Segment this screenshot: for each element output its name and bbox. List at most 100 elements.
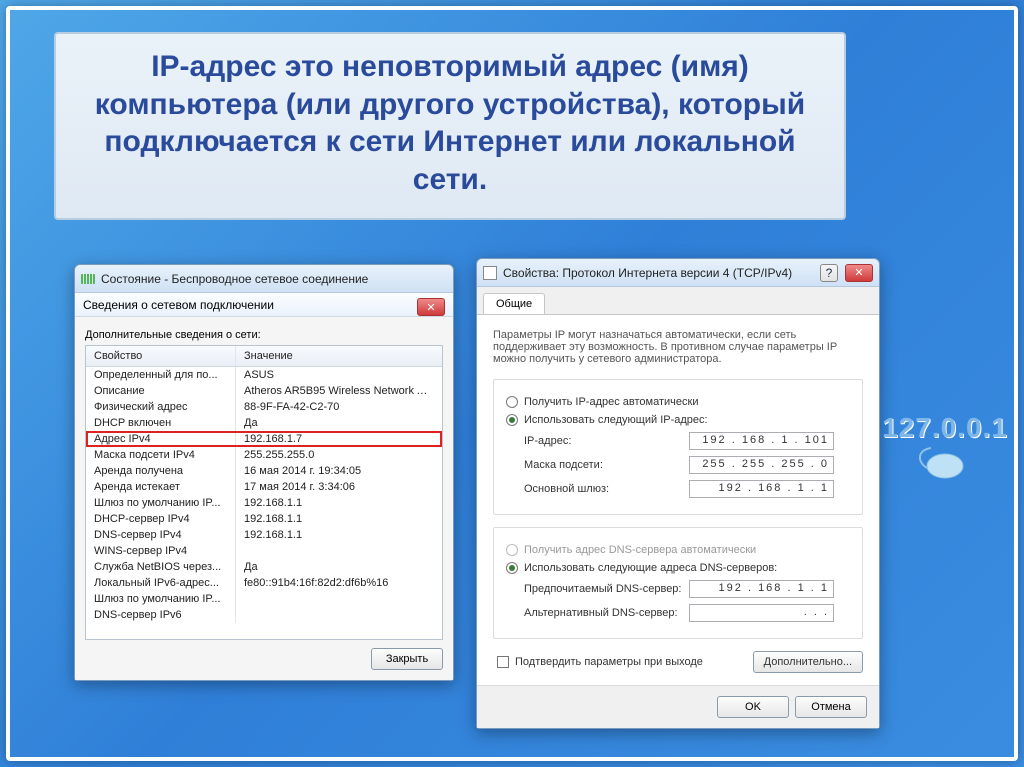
opt-auto-ip-label: Получить IP-адрес автоматически xyxy=(524,396,698,408)
dns1-label: Предпочитаемый DNS-сервер: xyxy=(524,583,689,595)
ipv4-properties-window: Свойства: Протокол Интернета версии 4 (T… xyxy=(476,258,880,729)
mask-label: Маска подсети: xyxy=(524,459,689,471)
table-row[interactable]: Физический адрес88-9F-FA-42-C2-70 xyxy=(86,399,442,415)
dns-group: Получить адрес DNS-сервера автоматически… xyxy=(493,527,863,639)
cell-property: Маска подсети IPv4 xyxy=(86,447,236,463)
details-label: Дополнительные сведения о сети: xyxy=(85,325,443,345)
opt-auto-ip[interactable]: Получить IP-адрес автоматически xyxy=(506,396,850,408)
cell-value: 192.168.1.1 xyxy=(236,527,442,543)
cell-property: Локальный IPv6-адрес... xyxy=(86,575,236,591)
table-row[interactable]: Определенный для по...ASUS xyxy=(86,367,442,383)
table-row[interactable]: DNS-сервер IPv6 xyxy=(86,607,442,623)
gw-label: Основной шлюз: xyxy=(524,483,689,495)
cell-value: Да xyxy=(236,559,442,575)
details-grid: Свойство Значение Определенный для по...… xyxy=(85,345,443,640)
cell-value: fe80::91b4:16f:82d2:df6b%16 xyxy=(236,575,442,591)
ipv4-body: Общие Параметры IP могут назначаться авт… xyxy=(477,287,879,728)
opt-manual-ip[interactable]: Использовать следующий IP-адрес: xyxy=(506,414,850,426)
ipv4-footer: OK Отмена xyxy=(477,685,879,728)
table-row[interactable]: WINS-сервер IPv4 xyxy=(86,543,442,559)
close-icon[interactable]: ✕ xyxy=(417,298,445,316)
cell-value: 88-9F-FA-42-C2-70 xyxy=(236,399,442,415)
dns1-field[interactable]: 192 . 168 . 1 . 1 xyxy=(689,580,834,598)
tab-general[interactable]: Общие xyxy=(483,293,545,314)
cell-value: 192.168.1.7 xyxy=(236,431,442,447)
opt-auto-dns-label: Получить адрес DNS-сервера автоматически xyxy=(524,544,756,556)
row-dns2: Альтернативный DNS-сервер: . . . xyxy=(506,604,850,622)
opt-manual-ip-label: Использовать следующий IP-адрес: xyxy=(524,414,708,426)
status-title: Состояние - Беспроводное сетевое соедине… xyxy=(101,272,368,286)
row-gw: Основной шлюз: 192 . 168 . 1 . 1 xyxy=(506,480,850,498)
close-button[interactable]: Закрыть xyxy=(371,648,443,670)
help-icon[interactable]: ? xyxy=(820,264,838,282)
dns2-field[interactable]: . . . xyxy=(689,604,834,622)
dialog-icon xyxy=(483,266,497,280)
dns2-label: Альтернативный DNS-сервер: xyxy=(524,607,689,619)
table-row[interactable]: Шлюз по умолчанию IP...192.168.1.1 xyxy=(86,495,442,511)
opt-manual-dns-label: Использовать следующие адреса DNS-сервер… xyxy=(524,562,777,574)
col-property: Свойство xyxy=(86,346,236,366)
table-row[interactable]: Аренда истекает17 мая 2014 г. 3:34:06 xyxy=(86,479,442,495)
status-titlebar[interactable]: Состояние - Беспроводное сетевое соедине… xyxy=(75,265,453,293)
radio-icon xyxy=(506,396,518,408)
table-row[interactable]: Служба NetBIOS через...Да xyxy=(86,559,442,575)
cell-property: Адрес IPv4 xyxy=(86,431,236,447)
ipv4-title: Свойства: Протокол Интернета версии 4 (T… xyxy=(503,266,792,280)
radio-icon xyxy=(506,562,518,574)
ip-label: IP-адрес: xyxy=(524,435,689,447)
table-row[interactable]: DHCP-сервер IPv4192.168.1.1 xyxy=(86,511,442,527)
grid-header: Свойство Значение xyxy=(86,346,442,367)
table-row[interactable]: DNS-сервер IPv4192.168.1.1 xyxy=(86,527,442,543)
row-ip: IP-адрес: 192 . 168 . 1 . 101 xyxy=(506,432,850,450)
cell-property: WINS-сервер IPv4 xyxy=(86,543,236,559)
cell-value: 192.168.1.1 xyxy=(236,511,442,527)
cell-property: DHCP-сервер IPv4 xyxy=(86,511,236,527)
cell-property: DNS-сервер IPv4 xyxy=(86,527,236,543)
ipv4-pane: Параметры IP могут назначаться автоматич… xyxy=(477,315,879,685)
cell-value xyxy=(236,607,442,623)
confirm-on-exit[interactable]: Подтвердить параметры при выходе Дополни… xyxy=(493,651,863,673)
cancel-button[interactable]: Отмена xyxy=(795,696,867,718)
ip-field[interactable]: 192 . 168 . 1 . 101 xyxy=(689,432,834,450)
decoration-ip: 127.0.0.1 xyxy=(880,412,1010,487)
cell-property: Определенный для по... xyxy=(86,367,236,383)
status-window: Состояние - Беспроводное сетевое соедине… xyxy=(74,264,454,681)
cell-value: ASUS xyxy=(236,367,442,383)
ok-button[interactable]: OK xyxy=(717,696,789,718)
table-row[interactable]: Маска подсети IPv4255.255.255.0 xyxy=(86,447,442,463)
ipv4-titlebar[interactable]: Свойства: Протокол Интернета версии 4 (T… xyxy=(477,259,879,287)
mouse-icon xyxy=(913,442,977,482)
decoration-ip-text: 127.0.0.1 xyxy=(880,412,1010,444)
gw-field[interactable]: 192 . 168 . 1 . 1 xyxy=(689,480,834,498)
cell-property: Физический адрес xyxy=(86,399,236,415)
table-row[interactable]: Аренда получена16 мая 2014 г. 19:34:05 xyxy=(86,463,442,479)
table-row[interactable]: DHCP включенДа xyxy=(86,415,442,431)
table-row[interactable]: Локальный IPv6-адрес...fe80::91b4:16f:82… xyxy=(86,575,442,591)
details-titlebar[interactable]: Сведения о сетевом подключении ✕ xyxy=(75,293,453,317)
checkbox-icon xyxy=(497,656,509,668)
close-icon[interactable]: ✕ xyxy=(845,264,873,282)
grid-rows[interactable]: Определенный для по...ASUSОписаниеAthero… xyxy=(86,367,442,639)
details-body: Дополнительные сведения о сети: Свойство… xyxy=(75,317,453,680)
cell-property: Шлюз по умолчанию IP... xyxy=(86,495,236,511)
mask-field[interactable]: 255 . 255 . 255 . 0 xyxy=(689,456,834,474)
cell-property: Описание xyxy=(86,383,236,399)
ip-group: Получить IP-адрес автоматически Использо… xyxy=(493,379,863,515)
details-title: Сведения о сетевом подключении xyxy=(83,298,274,312)
cell-value: Atheros AR5B95 Wireless Network Adapt xyxy=(236,383,442,399)
cell-value: 17 мая 2014 г. 3:34:06 xyxy=(236,479,442,495)
advanced-button[interactable]: Дополнительно... xyxy=(753,651,863,673)
cell-property: DNS-сервер IPv6 xyxy=(86,607,236,623)
table-row[interactable]: Адрес IPv4192.168.1.7 xyxy=(86,431,442,447)
cell-value xyxy=(236,543,442,559)
heading-panel: IP-адрес это неповторимый адрес (имя) ко… xyxy=(54,32,846,220)
wifi-icon xyxy=(81,274,95,284)
opt-manual-dns[interactable]: Использовать следующие адреса DNS-сервер… xyxy=(506,562,850,574)
table-row[interactable]: ОписаниеAtheros AR5B95 Wireless Network … xyxy=(86,383,442,399)
row-dns1: Предпочитаемый DNS-сервер: 192 . 168 . 1… xyxy=(506,580,850,598)
heading-text: IP-адрес это неповторимый адрес (имя) ко… xyxy=(80,48,820,198)
table-row[interactable]: Шлюз по умолчанию IP... xyxy=(86,591,442,607)
cell-property: Аренда истекает xyxy=(86,479,236,495)
opt-auto-dns: Получить адрес DNS-сервера автоматически xyxy=(506,544,850,556)
cell-property: DHCP включен xyxy=(86,415,236,431)
